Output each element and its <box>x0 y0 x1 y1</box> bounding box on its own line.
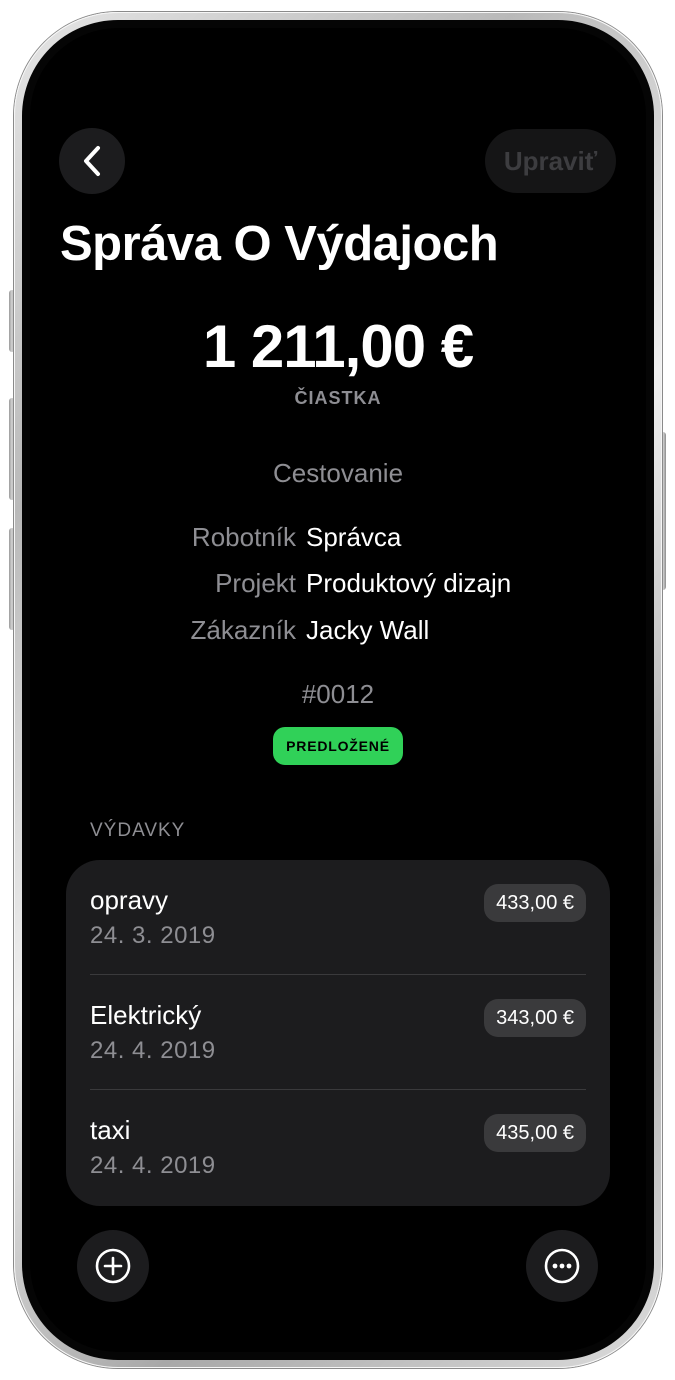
detail-row-project: Projekt Produktový dizajn <box>30 568 646 602</box>
list-item[interactable]: taxi 24. 4. 2019 435,00 € <box>66 1090 610 1205</box>
expense-amount-badge: 435,00 € <box>484 1114 586 1152</box>
detail-value: Jacky Wall <box>306 615 430 645</box>
detail-value: Správca <box>306 522 402 552</box>
expense-amount-badge: 433,00 € <box>484 884 586 922</box>
expense-name: taxi <box>90 1115 131 1145</box>
expenses-list: opravy 24. 3. 2019 433,00 € Elektrický 2… <box>66 860 610 1206</box>
amount-label: ČIASTKA <box>294 388 382 408</box>
expense-name: Elektrický <box>90 1000 202 1030</box>
device-mockup: Upraviť Správa O Výdajoch 1 211,00 € ČIA… <box>0 0 675 1380</box>
plus-circle-icon <box>93 1246 133 1286</box>
list-item[interactable]: Elektrický 24. 4. 2019 343,00 € <box>66 975 610 1090</box>
expense-date: 24. 4. 2019 <box>90 1037 216 1064</box>
detail-value: Produktový dizajn <box>306 568 512 598</box>
ellipsis-circle-icon <box>542 1246 582 1286</box>
add-expense-button[interactable] <box>77 1230 149 1302</box>
detail-key: Zákazník <box>190 615 297 645</box>
chevron-left-icon <box>81 145 103 177</box>
back-button[interactable] <box>59 128 125 194</box>
expense-date: 24. 4. 2019 <box>90 1152 216 1179</box>
detail-key: Robotník <box>191 522 296 552</box>
more-options-button[interactable] <box>526 1230 598 1302</box>
status-badge: PREDLOŽENÉ <box>273 727 403 765</box>
expense-name: opravy <box>90 885 169 915</box>
report-number: #0012 <box>301 679 375 709</box>
expense-amount-badge: 343,00 € <box>484 999 586 1037</box>
report-category: Cestovanie <box>272 458 404 488</box>
detail-row-customer: Zákazník Jacky Wall <box>30 615 646 649</box>
edit-button[interactable]: Upraviť <box>485 129 616 193</box>
detail-key: Projekt <box>215 568 296 598</box>
list-item[interactable]: opravy 24. 3. 2019 433,00 € <box>66 860 610 975</box>
screen: Upraviť Správa O Výdajoch 1 211,00 € ČIA… <box>30 28 646 1352</box>
expenses-section-label: VÝDAVKY <box>90 820 186 841</box>
page-title: Správa O Výdajoch <box>60 217 499 271</box>
detail-row-worker: Robotník Správca <box>30 522 646 556</box>
expense-date: 24. 3. 2019 <box>90 922 216 949</box>
total-amount: 1 211,00 € <box>202 313 474 380</box>
